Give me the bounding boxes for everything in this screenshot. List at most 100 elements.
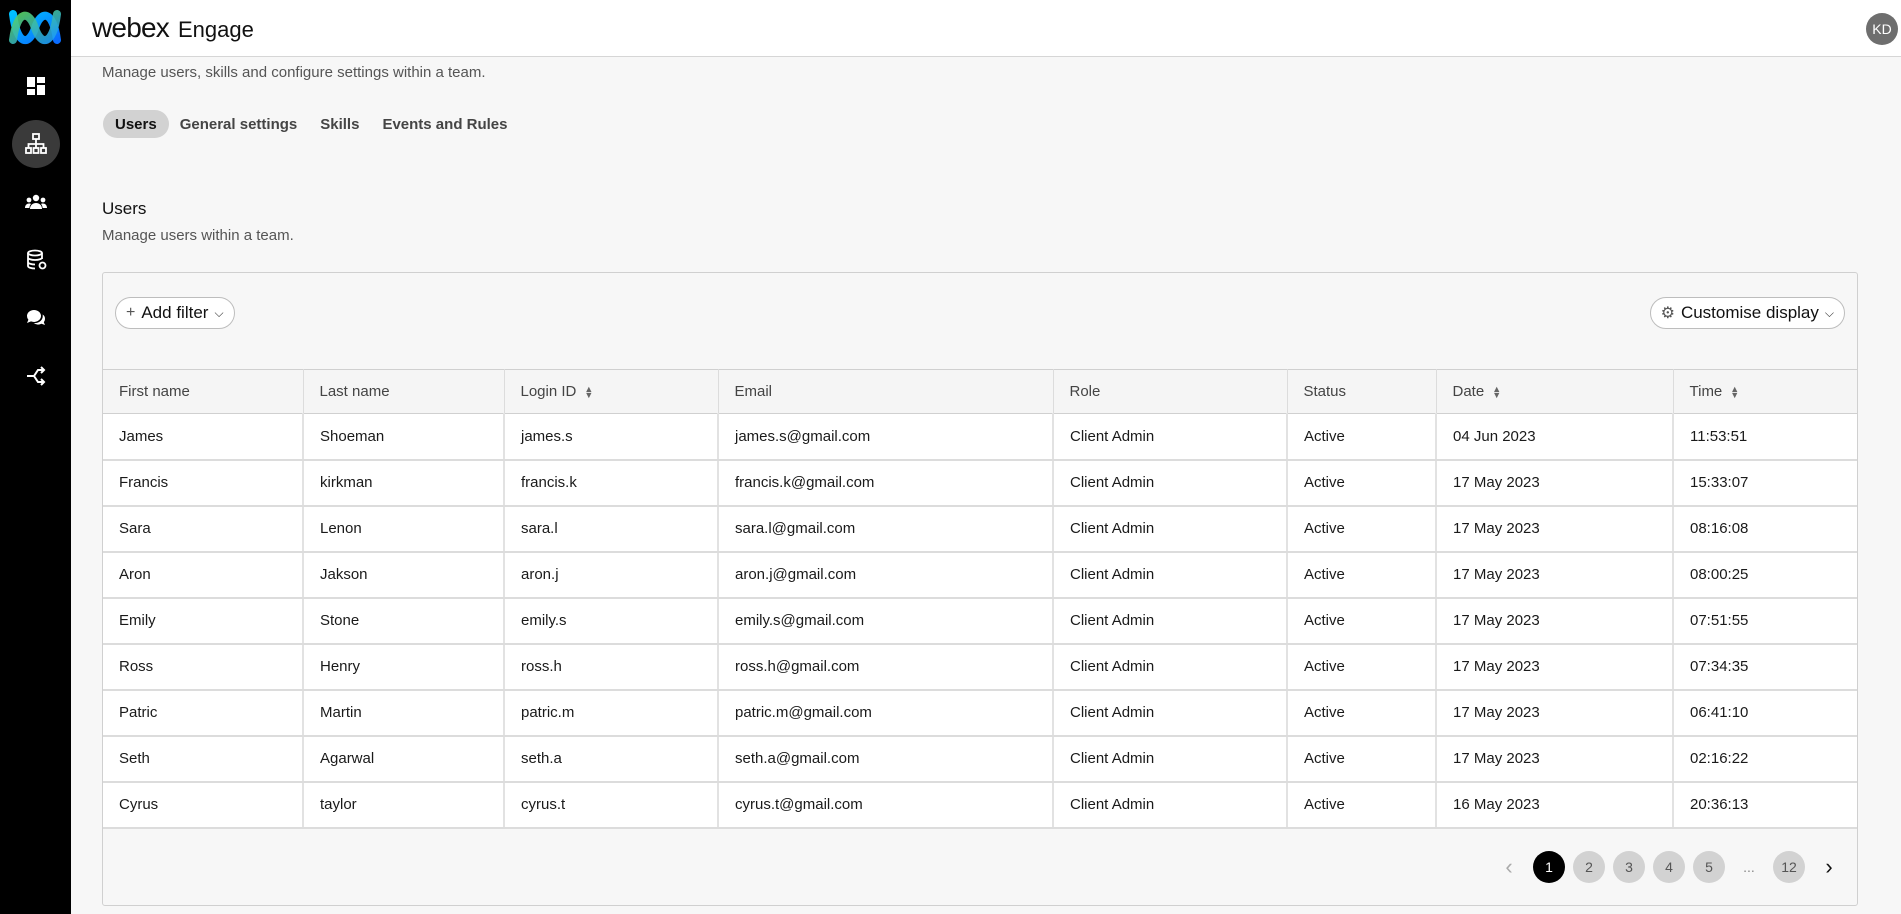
table-cell: sara.l@gmail.com xyxy=(718,505,1054,553)
table-cell: 17 May 2023 xyxy=(1436,735,1674,783)
column-header-date[interactable]: Date ▲ ▼ xyxy=(1436,369,1674,414)
table-cell: Patric xyxy=(103,689,304,737)
table-cell: 08:16:08 xyxy=(1673,505,1857,553)
section-description: Manage users within a team. xyxy=(102,227,294,244)
table-cell: James xyxy=(103,413,304,461)
table-cell: 11:53:51 xyxy=(1673,413,1857,461)
table-row[interactable]: Ross Henry ross.h ross.h@gmail.com Client Ad… xyxy=(103,643,1857,691)
tab-bar: Users General settings Skills Events and… xyxy=(103,110,519,138)
table-cell: ross.h@gmail.com xyxy=(718,643,1054,691)
routing-icon[interactable] xyxy=(12,352,60,400)
table-cell: 16 May 2023 xyxy=(1436,781,1674,829)
column-header-login-id[interactable]: Login ID ▲ ▼ xyxy=(504,369,719,414)
table-cell: 20:36:13 xyxy=(1673,781,1857,829)
table-row[interactable]: Emily Stone emily.s emily.s@gmail.com Client… xyxy=(103,597,1857,645)
table-cell: patric.m xyxy=(504,689,719,737)
table-cell: taylor xyxy=(303,781,505,829)
table-cell: emily.s@gmail.com xyxy=(718,597,1054,645)
table-cell: 06:41:10 xyxy=(1673,689,1857,737)
table-cell: Lenon xyxy=(303,505,505,553)
dashboard-icon[interactable] xyxy=(12,62,60,110)
org-chart-icon[interactable] xyxy=(12,120,60,168)
table-cell: Active xyxy=(1287,597,1437,645)
column-header-email[interactable]: Email xyxy=(718,369,1054,414)
chevron-down-icon: ⌵ xyxy=(1824,305,1834,320)
product-name: Engage xyxy=(177,17,254,42)
table-cell: Active xyxy=(1287,459,1437,507)
table-row[interactable]: James Shoeman james.s james.s@gmail.com Clie… xyxy=(103,413,1857,461)
top-header: webex Engage KD xyxy=(71,0,1901,57)
chevron-down-icon: ⌵ xyxy=(214,305,224,320)
add-filter-label: Add filter xyxy=(141,303,209,322)
table-cell: Client Admin xyxy=(1053,689,1288,737)
table-cell: aron.j@gmail.com xyxy=(718,551,1054,599)
table-row[interactable]: Seth Agarwal seth.a seth.a@gmail.com Client … xyxy=(103,735,1857,783)
table-cell: 07:51:55 xyxy=(1673,597,1857,645)
tab-users[interactable]: Users xyxy=(103,110,169,138)
table-cell: 17 May 2023 xyxy=(1436,643,1674,691)
database-icon[interactable] xyxy=(12,236,60,284)
pagination: ‹ 1 2 3 4 5 ... 12 › xyxy=(1493,851,1845,883)
table-cell: Active xyxy=(1287,551,1437,599)
table-cell: patric.m@gmail.com xyxy=(718,689,1054,737)
table-row[interactable]: Francis kirkman francis.k francis.k@gmail.c… xyxy=(103,459,1857,507)
page-button-last[interactable]: 12 xyxy=(1773,851,1805,883)
page-button[interactable]: 5 xyxy=(1693,851,1725,883)
column-header-role[interactable]: Role xyxy=(1053,369,1288,414)
table-row[interactable]: Aron Jakson aron.j aron.j@gmail.com Client A… xyxy=(103,551,1857,599)
sort-icon[interactable]: ▲ ▼ xyxy=(1730,385,1739,400)
page-button[interactable]: 4 xyxy=(1653,851,1685,883)
table-cell: Francis xyxy=(103,459,304,507)
table-row[interactable]: Cyrus taylor cyrus.t cyrus.t@gmail.com Clien… xyxy=(103,781,1857,829)
table-row[interactable]: Patric Martin patric.m patric.m@gmail.com Cl… xyxy=(103,689,1857,737)
team-icon[interactable] xyxy=(12,178,60,226)
column-header-last-name[interactable]: Last name xyxy=(303,369,505,414)
webex-logo[interactable] xyxy=(9,8,61,46)
table-cell: Henry xyxy=(303,643,505,691)
page-button[interactable]: 3 xyxy=(1613,851,1645,883)
table-cell: 17 May 2023 xyxy=(1436,597,1674,645)
tab-skills[interactable]: Skills xyxy=(308,110,371,138)
sort-icon[interactable]: ▲ ▼ xyxy=(584,385,593,400)
table-cell: Shoeman xyxy=(303,413,505,461)
table-cell: 15:33:07 xyxy=(1673,459,1857,507)
table-cell: 04 Jun 2023 xyxy=(1436,413,1674,461)
previous-page-icon[interactable]: ‹ xyxy=(1493,851,1525,883)
table-cell: Seth xyxy=(103,735,304,783)
section-title: Users xyxy=(102,199,147,218)
brand-name: webex xyxy=(92,12,170,43)
table-cell: francis.k@gmail.com xyxy=(718,459,1054,507)
table-cell: Client Admin xyxy=(1053,413,1288,461)
table-cell: Active xyxy=(1287,735,1437,783)
users-table: First name Last name Login ID ▲ ▼ Email Ro… xyxy=(103,369,1857,829)
table-cell: james.s@gmail.com xyxy=(718,413,1054,461)
tab-general-settings[interactable]: General settings xyxy=(168,110,310,138)
table-cell: Client Admin xyxy=(1053,643,1288,691)
table-cell: seth.a xyxy=(504,735,719,783)
next-page-icon[interactable]: › xyxy=(1813,851,1845,883)
page-button[interactable]: 2 xyxy=(1573,851,1605,883)
table-cell: james.s xyxy=(504,413,719,461)
sidebar xyxy=(0,0,71,914)
table-row[interactable]: Sara Lenon sara.l sara.l@gmail.com Client Ad… xyxy=(103,505,1857,553)
page-subtitle: Manage users, skills and configure setti… xyxy=(102,64,486,81)
table-cell: 17 May 2023 xyxy=(1436,689,1674,737)
column-header-status[interactable]: Status xyxy=(1287,369,1437,414)
table-cell: seth.a@gmail.com xyxy=(718,735,1054,783)
customise-display-label: Customise display xyxy=(1680,303,1819,322)
users-table-card: + Add filter ⌵ ⚙ Customise display ⌵ Fir… xyxy=(102,272,1858,906)
chat-bubbles-icon[interactable] xyxy=(12,294,60,342)
tab-events-and-rules[interactable]: Events and Rules xyxy=(370,110,519,138)
customise-display-button[interactable]: ⚙ Customise display ⌵ xyxy=(1649,297,1845,329)
page-ellipsis: ... xyxy=(1743,859,1755,875)
table-cell: francis.k xyxy=(504,459,719,507)
add-filter-button[interactable]: + Add filter ⌵ xyxy=(115,297,235,329)
table-cell: Stone xyxy=(303,597,505,645)
table-cell: 17 May 2023 xyxy=(1436,551,1674,599)
column-header-first-name[interactable]: First name xyxy=(103,369,304,414)
table-cell: cyrus.t xyxy=(504,781,719,829)
column-header-time[interactable]: Time ▲ ▼ xyxy=(1673,369,1857,414)
avatar[interactable]: KD xyxy=(1866,13,1898,45)
page-button[interactable]: 1 xyxy=(1533,851,1565,883)
sort-icon[interactable]: ▲ ▼ xyxy=(1492,385,1501,400)
